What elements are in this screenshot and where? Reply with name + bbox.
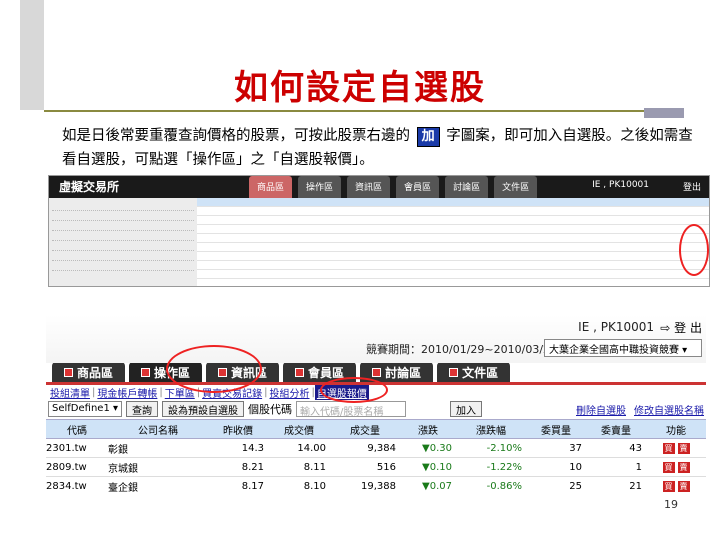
col-change: 漲跌 <box>418 425 438 437</box>
cell-prev: 8.17 <box>241 480 264 492</box>
slide-title: 如何設定自選股 <box>234 68 486 108</box>
highlight-circle-operations <box>166 345 262 393</box>
add-watchlist-button[interactable]: 賣 <box>677 442 690 454</box>
cell-ask: 43 <box>629 442 642 454</box>
cell-name: 彰銀 <box>108 444 128 456</box>
s1-tab[interactable]: 文件區 <box>494 176 538 198</box>
s1-sidebar <box>49 198 197 286</box>
subnav-portfolio-analysis[interactable]: 投組分析 <box>268 385 312 400</box>
col-bid: 委買量 <box>541 425 571 437</box>
user-id: IE , PK10001 <box>578 320 654 334</box>
cell-change: ▼0.10 <box>422 461 452 473</box>
watchlist-toolbar: SelfDefine1 ▾ 查詢 設為預設自選股 個股代碼 輸入代碼/股票名稱 … <box>46 399 706 419</box>
buy-button[interactable]: 買 <box>662 461 675 473</box>
cell-ask: 1 <box>635 461 642 473</box>
s2-topbar: IE , PK10001 ⇨ 登 出 競賽期間：2010/01/29~2010/… <box>46 315 706 363</box>
screenshot-overview: 虛擬交易所 商品區 操作區 資訊區 會員區 討論區 文件區 IE , PK100… <box>48 175 710 287</box>
s1-tab[interactable]: 操作區 <box>298 176 342 198</box>
cell-bid: 37 <box>569 442 582 454</box>
rename-watchlist-link[interactable]: 修改自選股名稱 <box>634 402 704 417</box>
s1-user: IE , PK10001 <box>592 180 649 190</box>
cell-actions: 買 賣 <box>646 442 706 454</box>
s1-quote-table <box>197 198 709 286</box>
s1-header: 虛擬交易所 商品區 操作區 資訊區 會員區 討論區 文件區 IE , PK100… <box>49 176 709 198</box>
watchlist-links: 刪除自選股 修改自選股名稱 <box>576 402 704 417</box>
slide-description: 如是日後常要重覆查詢價格的股票，可按此股票右邊的 加 字圖案，即可加入自選股。之… <box>62 124 702 172</box>
query-button[interactable]: 查詢 <box>126 401 158 417</box>
cell-prev: 8.21 <box>241 461 264 473</box>
cell-actions: 買 賣 <box>646 461 706 473</box>
s1-nav: 商品區 操作區 資訊區 會員區 討論區 文件區 <box>249 176 538 198</box>
col-ask: 委賣量 <box>601 425 631 437</box>
cell-price: 8.11 <box>303 461 326 473</box>
highlight-circle <box>679 224 709 276</box>
s1-logout[interactable]: 登出 <box>683 180 701 193</box>
add-icon: 加 <box>416 127 440 147</box>
col-actions: 功能 <box>666 425 686 437</box>
cell-code: 2834.tw <box>46 480 87 492</box>
table-header: 代碼 公司名稱 昨收價 成交價 成交量 漲跌 漲跌幅 委買量 委賣量 功能 <box>46 419 706 439</box>
cell-pct: -0.86% <box>486 480 522 492</box>
cell-code: 2301.tw <box>46 442 87 454</box>
add-watchlist-button[interactable]: 賣 <box>677 480 690 492</box>
table-row: 2301.tw 彰銀 14.3 14.00 9,384 ▼0.30 -2.10%… <box>46 439 706 458</box>
cell-code: 2809.tw <box>46 461 87 473</box>
cell-bid: 25 <box>569 480 582 492</box>
buy-button[interactable]: 買 <box>662 480 675 492</box>
add-watchlist-button[interactable]: 賣 <box>677 461 690 473</box>
table-row: 2834.tw 臺企銀 8.17 8.10 19,388 ▼0.07 -0.86… <box>46 477 706 495</box>
cell-pct: -2.10% <box>486 442 522 454</box>
cell-price: 8.10 <box>303 480 326 492</box>
cell-name: 臺企銀 <box>108 482 138 494</box>
watchlist-dropdown[interactable]: SelfDefine1 ▾ <box>48 401 122 417</box>
stock-code-input[interactable]: 輸入代碼/股票名稱 <box>296 401 406 418</box>
col-pct: 漲跌幅 <box>476 425 506 437</box>
s1-tab[interactable]: 會員區 <box>396 176 440 198</box>
s1-brand: 虛擬交易所 <box>59 180 120 194</box>
col-code: 代碼 <box>67 425 87 437</box>
cell-volume: 19,388 <box>361 480 396 492</box>
s1-tab[interactable]: 商品區 <box>249 176 293 198</box>
page-number: 19 <box>664 498 678 511</box>
col-name: 公司名稱 <box>138 425 178 437</box>
cell-volume: 516 <box>376 461 396 473</box>
col-price: 成交價 <box>284 425 314 437</box>
delete-watchlist-link[interactable]: 刪除自選股 <box>576 402 626 417</box>
decor-block <box>644 108 684 118</box>
cell-ask: 21 <box>629 480 642 492</box>
set-default-button[interactable]: 設為預設自選股 <box>162 401 244 417</box>
subnav-cash-transfer[interactable]: 現金帳戶轉帳 <box>95 385 159 400</box>
logout-button[interactable]: ⇨ 登 出 <box>660 319 702 336</box>
table-row: 2809.tw 京城銀 8.21 8.11 516 ▼0.10 -1.22% 1… <box>46 458 706 477</box>
desc-text-1: 如是日後常要重覆查詢價格的股票，可按此股票右邊的 <box>62 128 410 144</box>
stock-code-label: 個股代碼 <box>248 403 292 416</box>
highlight-circle-watchlist <box>320 377 388 403</box>
slide: 如何設定自選股 如是日後常要重覆查詢價格的股票，可按此股票右邊的 加 字圖案，即… <box>0 0 720 540</box>
cell-prev: 14.3 <box>241 442 264 454</box>
cell-change: ▼0.30 <box>422 442 452 454</box>
competition-select[interactable]: 大葉企業全國高中職投資競賽 ▾ <box>544 339 702 357</box>
subnav-portfolio-list[interactable]: 投組清單 <box>48 385 92 400</box>
col-prev: 昨收價 <box>223 425 253 437</box>
cell-pct: -1.22% <box>486 461 522 473</box>
screenshot-watchlist: IE , PK10001 ⇨ 登 出 競賽期間：2010/01/29~2010/… <box>46 315 706 495</box>
competition-period: 競賽期間：2010/01/29~2010/03/26 <box>366 343 558 356</box>
cell-bid: 10 <box>569 461 582 473</box>
cell-volume: 9,384 <box>367 442 396 454</box>
col-volume: 成交量 <box>350 425 380 437</box>
cell-name: 京城銀 <box>108 463 138 475</box>
title-underline <box>44 110 644 112</box>
cell-price: 14.00 <box>297 442 326 454</box>
buy-button[interactable]: 買 <box>662 442 675 454</box>
tab-products[interactable]: 商品區 <box>52 362 126 382</box>
s1-body <box>49 198 709 286</box>
tab-documents[interactable]: 文件區 <box>437 362 511 382</box>
s1-tab[interactable]: 資訊區 <box>347 176 391 198</box>
cell-actions: 買 賣 <box>646 480 706 492</box>
cell-change: ▼0.07 <box>422 480 452 492</box>
add-button[interactable]: 加入 <box>450 401 482 417</box>
s1-tab[interactable]: 討論區 <box>445 176 489 198</box>
